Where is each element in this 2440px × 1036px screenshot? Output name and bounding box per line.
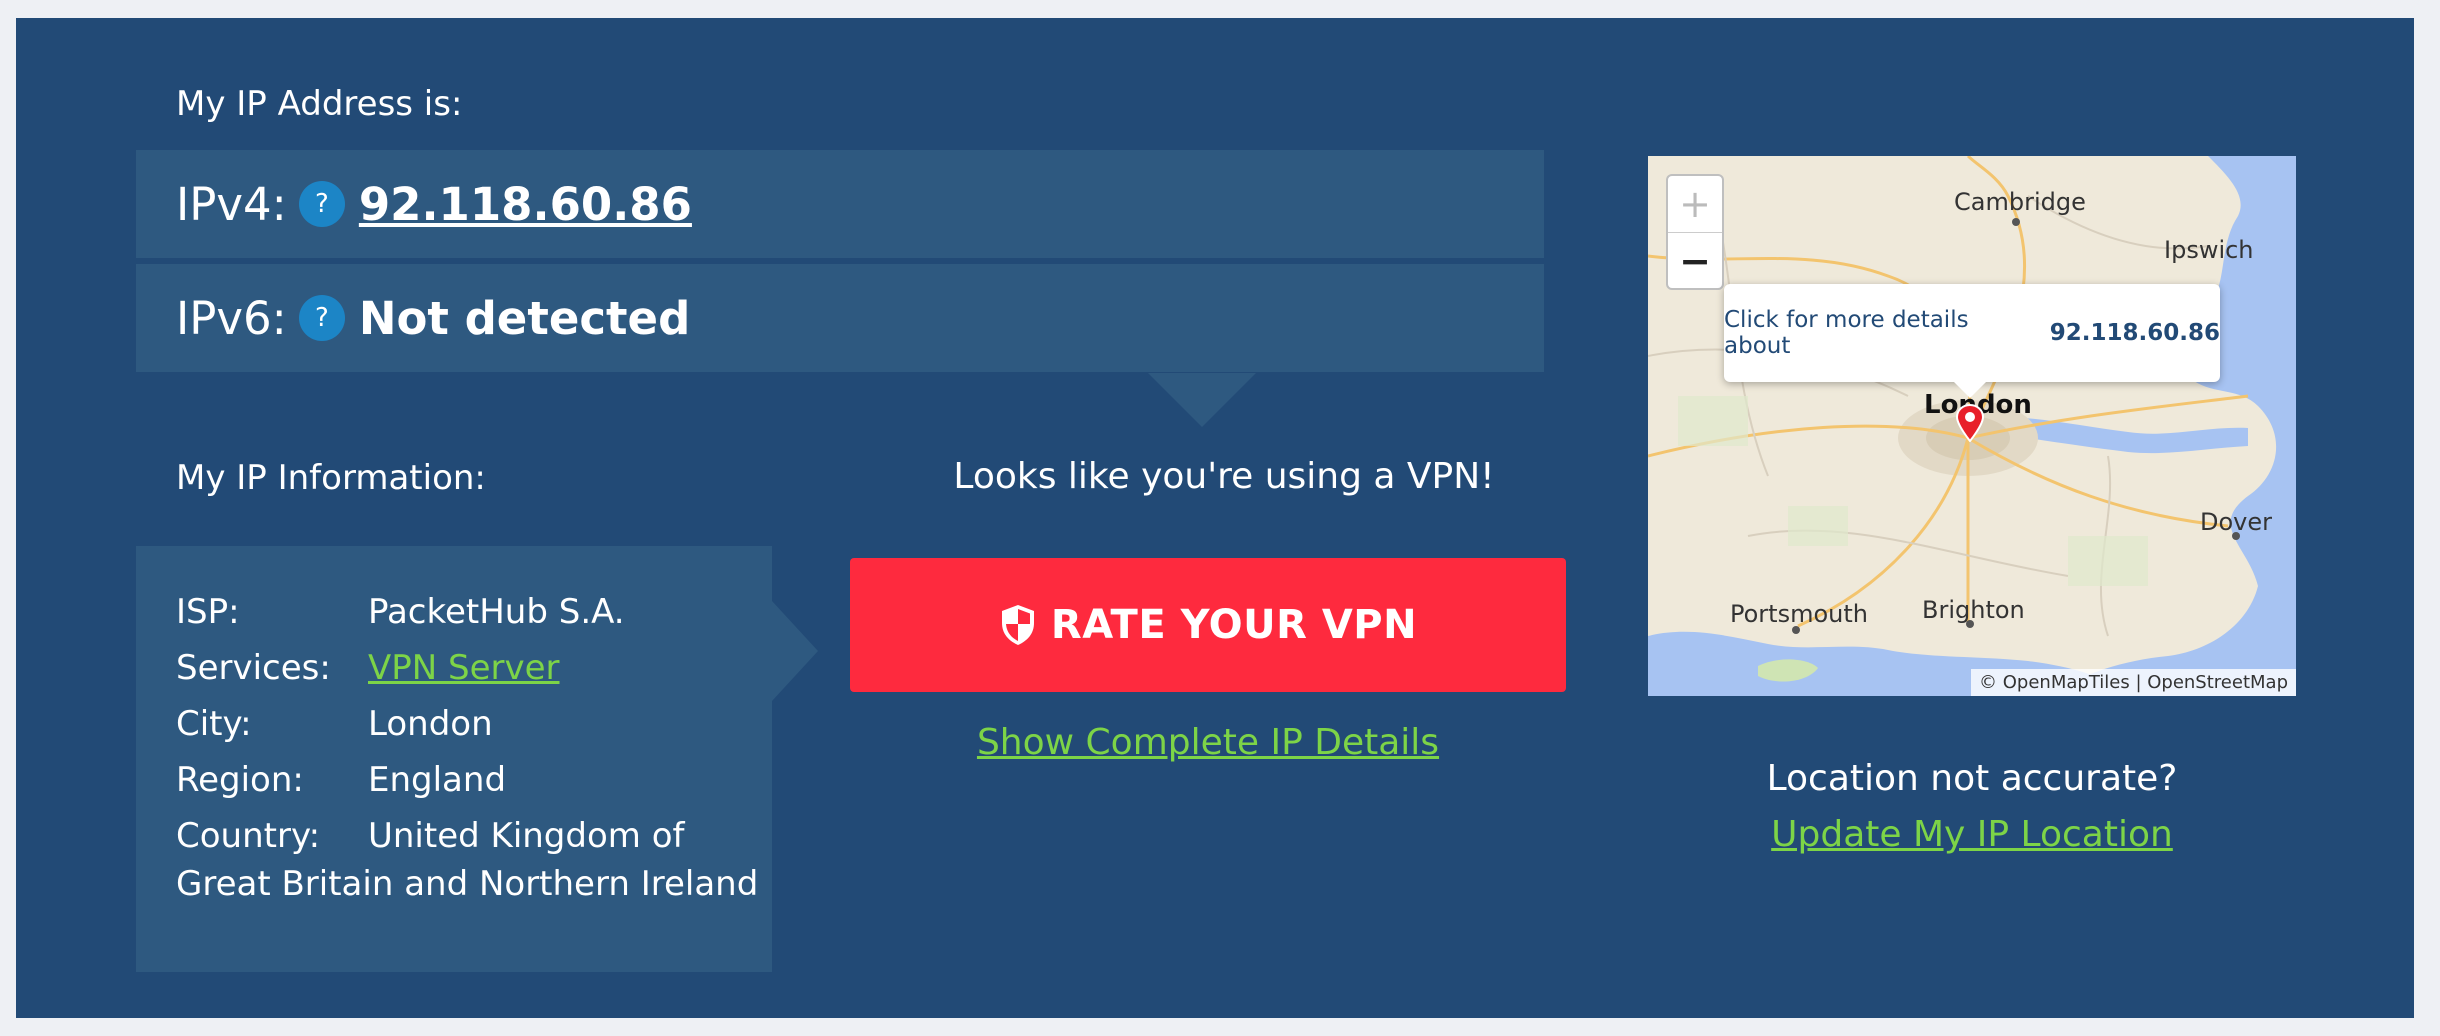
location-question: Location not accurate? [1766, 758, 2178, 799]
info-key: Country: [176, 816, 321, 856]
vpn-detected-message: Looks like you're using a VPN! [953, 456, 1495, 497]
ipv6-help-icon[interactable]: ? [298, 295, 345, 341]
map-popup-ip: 92.118.60.86 [2049, 320, 2220, 346]
info-value: PacketHub S.A. [368, 592, 625, 632]
map-zoom-control: + − [1666, 174, 1724, 290]
ip-address-heading: My IP Address is: [176, 84, 463, 124]
map-label-cambridge: Cambridge [1954, 188, 2086, 216]
rate-your-vpn-label: RATE YOUR VPN [1050, 602, 1418, 648]
rate-your-vpn-button[interactable]: RATE YOUR VPN [850, 558, 1566, 692]
location-pin-icon[interactable] [1956, 404, 1984, 442]
zoom-in-button[interactable]: + [1668, 176, 1722, 232]
ipv6-label: IPv6: [176, 291, 287, 345]
city-dot [1792, 626, 1800, 634]
location-map[interactable]: + − Cambridge Ipswich London Dover Ports… [1648, 156, 2296, 696]
ipv4-label: IPv4: [176, 177, 287, 231]
map-label-portsmouth: Portsmouth [1730, 600, 1868, 628]
ipv4-help-icon[interactable]: ? [298, 181, 345, 227]
ip-info-heading: My IP Information: [176, 458, 486, 498]
show-ip-details-link[interactable]: Show Complete IP Details [850, 722, 1566, 763]
ip-info-box: ISP: PacketHub S.A. Services: VPN Server C… [136, 546, 772, 972]
map-popup-tip [1954, 382, 1986, 398]
city-dot [1966, 620, 1974, 628]
map-label-ipswich: Ipswich [2164, 236, 2254, 264]
map-attribution[interactable]: © OpenMapTiles | OpenStreetMap [1971, 669, 2296, 696]
ipv6-row: IPv6: ? Not detected [136, 264, 1544, 372]
zoom-out-button[interactable]: − [1668, 232, 1722, 288]
info-row-isp: ISP: PacketHub S.A. [176, 584, 772, 640]
info-row-country: Country: United Kingdom of [176, 808, 772, 864]
city-dot [2012, 218, 2020, 226]
info-box-arrow [772, 601, 818, 701]
info-key: Region: [176, 760, 304, 800]
shield-icon [1001, 605, 1034, 645]
map-popup-text: Click for more details about [1724, 307, 1969, 359]
info-key: City: [176, 704, 252, 744]
map-popup[interactable]: Click for more details about 92.118.60.8… [1724, 284, 2220, 382]
vpn-pointer-notch [1148, 373, 1256, 427]
update-location-link[interactable]: Update My IP Location [1648, 814, 2296, 855]
ip-panel: My IP Address is: IPv4: ? 92.118.60.86 I… [16, 18, 2414, 1018]
ipv6-value: Not detected [358, 291, 691, 345]
info-value: London [368, 704, 493, 744]
map-label-brighton: Brighton [1922, 596, 2025, 624]
city-dot [2232, 532, 2240, 540]
info-key: ISP: [176, 592, 240, 632]
info-country-line2: Great Britain and Northern Ireland [176, 864, 759, 904]
info-row-services: Services: VPN Server [176, 640, 772, 696]
info-value: United Kingdom of [368, 816, 685, 856]
ipv4-value-link[interactable]: 92.118.60.86 [359, 178, 692, 231]
info-row-city: City: London [176, 696, 772, 752]
ipv4-row: IPv4: ? 92.118.60.86 [136, 150, 1544, 258]
info-key: Services: [176, 648, 331, 688]
info-row-region: Region: England [176, 752, 772, 808]
info-value: England [368, 760, 507, 800]
services-link[interactable]: VPN Server [368, 648, 560, 688]
